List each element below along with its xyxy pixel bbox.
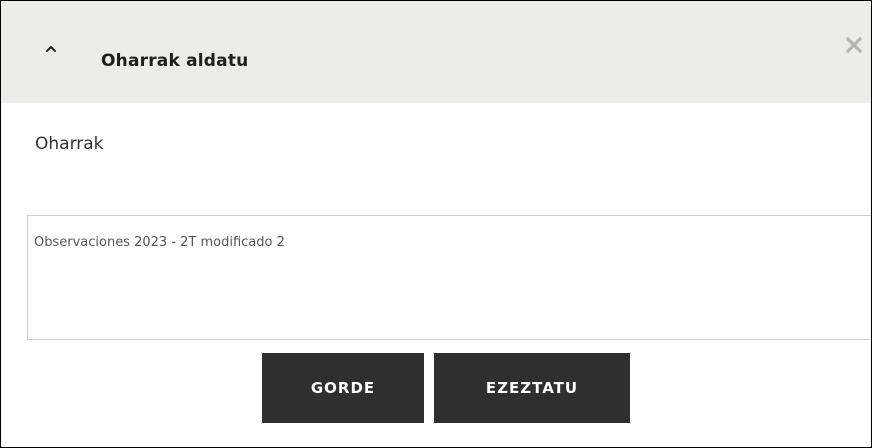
save-button[interactable]: GORDE — [262, 353, 424, 423]
dialog-title: Oharrak aldatu — [101, 51, 249, 71]
chevron-up-icon[interactable] — [41, 41, 61, 61]
close-icon[interactable] — [844, 35, 864, 55]
dialog-header: Oharrak aldatu — [1, 1, 871, 103]
close-glyph — [845, 36, 863, 54]
cancel-button[interactable]: EZEZTATU — [434, 353, 630, 423]
notes-label: Oharrak — [35, 134, 104, 154]
notes-textarea[interactable]: Observaciones 2023 - 2T modificado 2 — [27, 215, 871, 340]
chevron-up-glyph — [46, 46, 56, 52]
edit-notes-dialog: Oharrak aldatu Oharrak Observaciones 202… — [0, 0, 872, 448]
